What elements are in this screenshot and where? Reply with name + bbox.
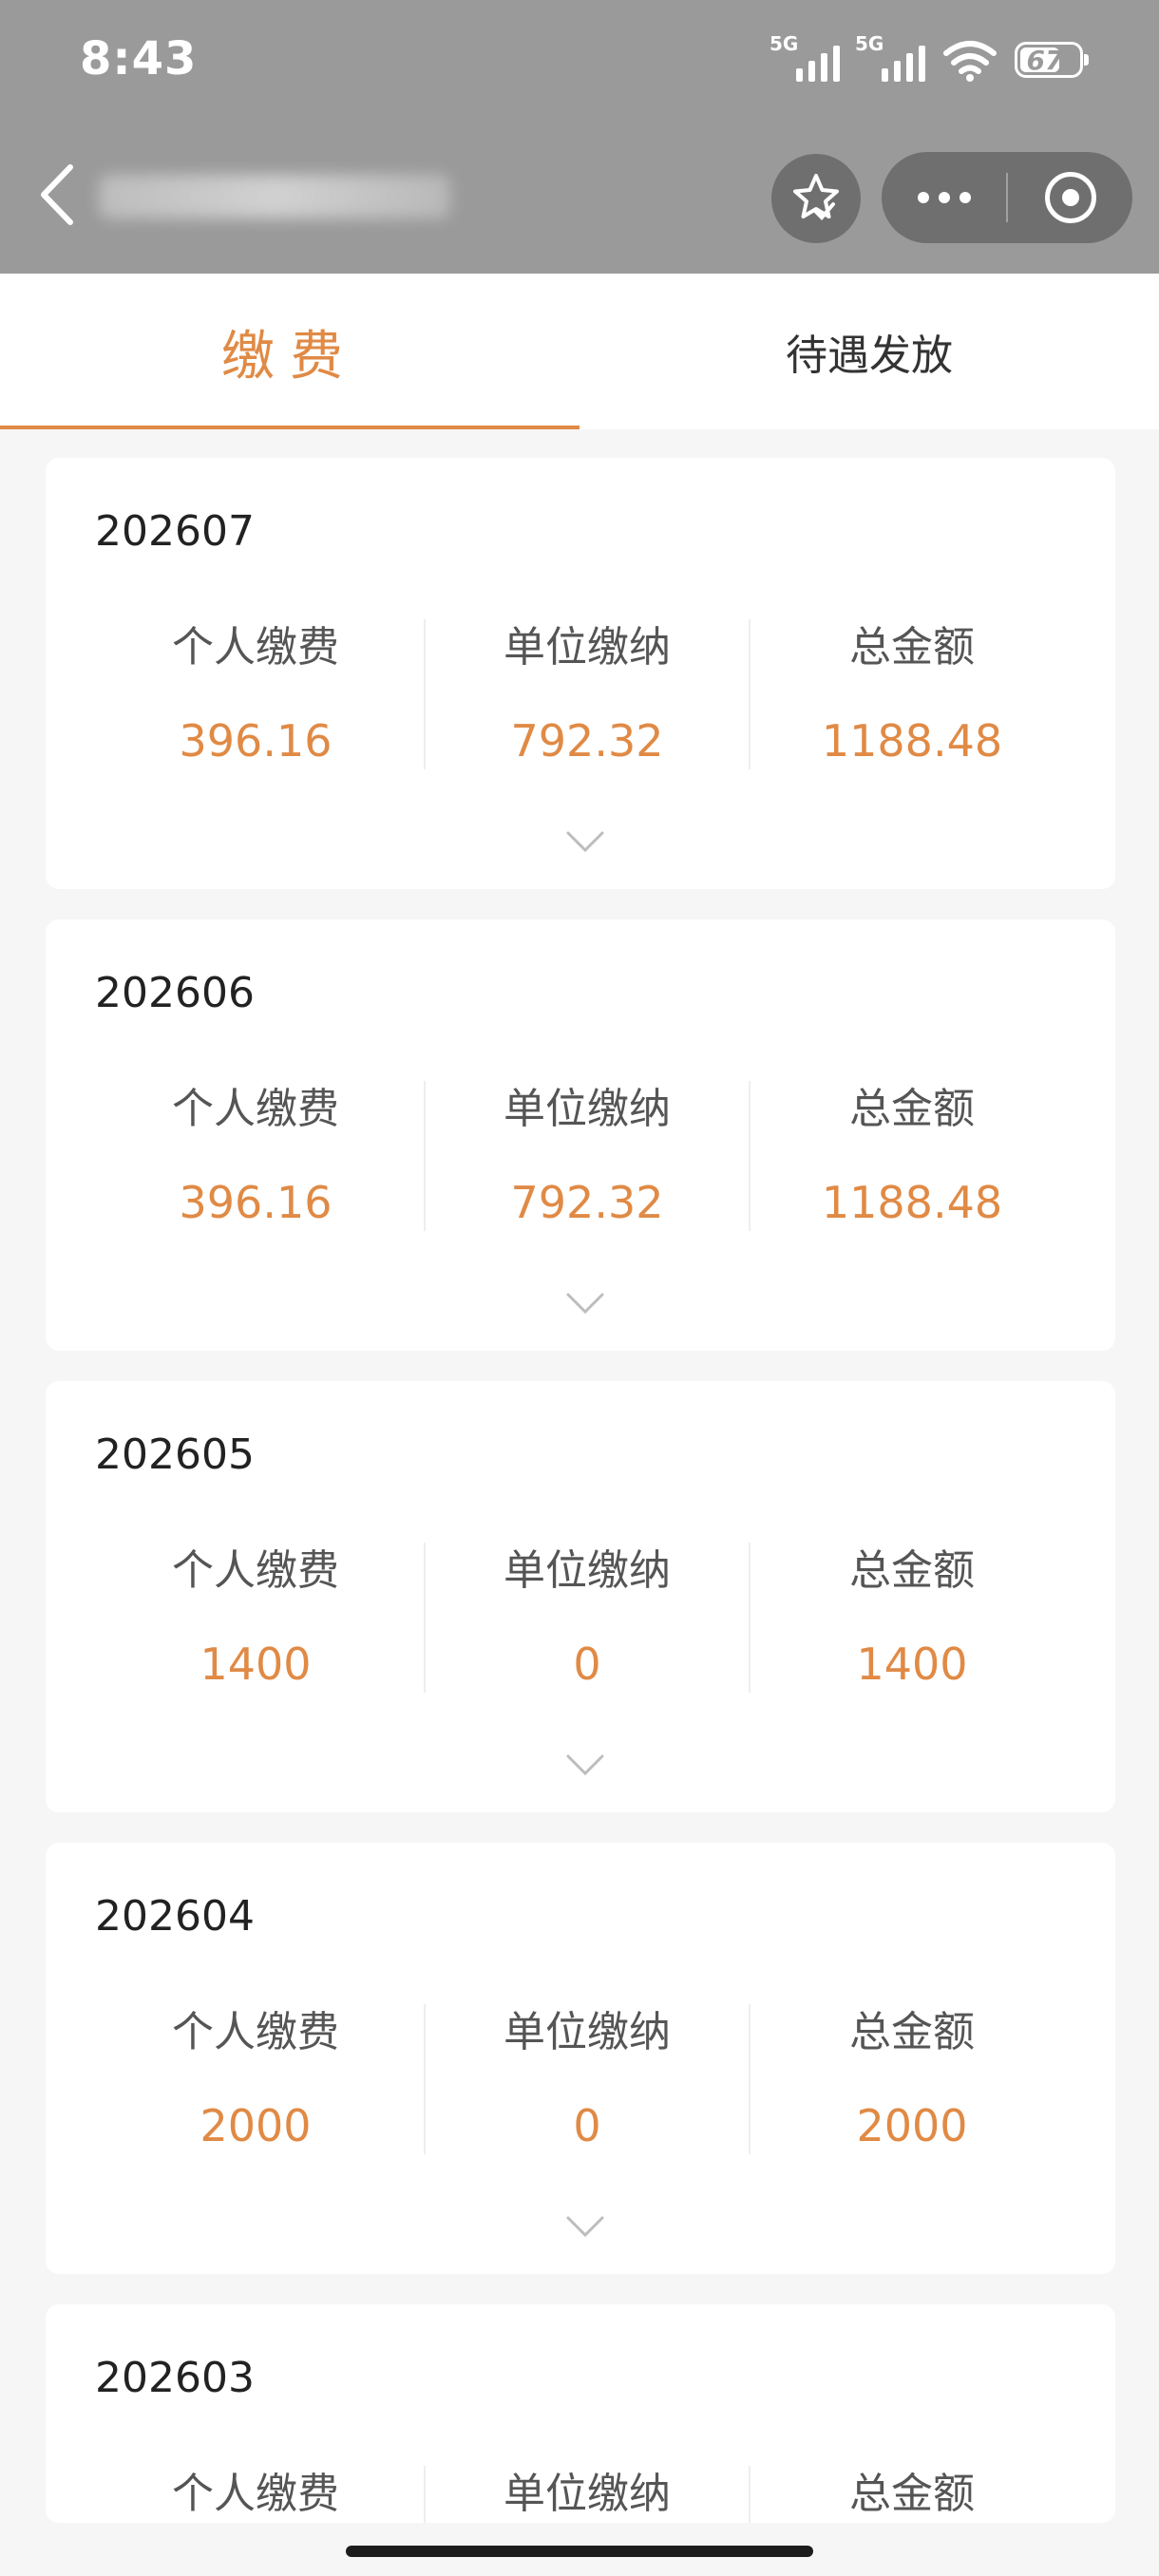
total-value: 2000 [856,2100,968,2151]
expand-chevron-icon[interactable] [565,2215,605,2240]
unit-column: 单位缴纳 792.32 [424,1081,749,1231]
back-chevron-icon[interactable] [36,161,80,228]
personal-label: 个人缴费 [172,623,339,672]
signal-icon: 5G [855,32,925,82]
payment-record-list: 202607 个人缴费 396.16 单位缴纳 792.32 总金额 1188.… [46,458,1115,2523]
total-column: 总金额 [749,2466,1074,2523]
payment-record-card[interactable]: 202604 个人缴费 2000 单位缴纳 0 总金额 2000 [46,1843,1115,2274]
total-column: 总金额 1188.48 [749,1081,1074,1231]
total-label: 总金额 [849,1085,975,1133]
unit-label: 单位缴纳 [504,623,671,672]
personal-value: 396.16 [179,715,332,767]
unit-label: 单位缴纳 [504,2470,671,2518]
battery-level: 67 [1026,44,1064,76]
record-columns: 个人缴费 单位缴纳 总金额 [46,2466,1115,2523]
battery-icon: 67 [1015,42,1089,78]
personal-column: 个人缴费 2000 [87,2004,424,2154]
mini-program-capsule [882,152,1132,243]
payment-record-card[interactable]: 202603 个人缴费 单位缴纳 总金额 [46,2304,1115,2523]
total-label: 总金额 [849,623,975,672]
total-value: 1188.48 [821,715,1003,767]
target-icon [1044,172,1096,223]
unit-value: 792.32 [510,1177,664,1228]
tab-payment[interactable]: 缴费 [0,274,580,429]
record-columns: 个人缴费 396.16 单位缴纳 792.32 总金额 1188.48 [46,619,1115,769]
record-month: 202603 [95,2354,255,2402]
unit-column: 单位缴纳 0 [424,1543,749,1693]
signal-icon: 5G [770,32,840,82]
total-label: 总金额 [849,2470,975,2518]
record-month: 202607 [95,507,255,556]
favorite-button[interactable] [771,154,861,243]
personal-column: 个人缴费 [87,2466,424,2523]
record-columns: 个人缴费 1400 单位缴纳 0 总金额 1400 [46,1543,1115,1693]
wifi-icon [943,41,997,82]
record-month: 202604 [95,1892,255,1941]
tab-bar: 缴费 待遇发放 [0,274,1159,429]
unit-column: 单位缴纳 [424,2466,749,2523]
unit-label: 单位缴纳 [504,1546,671,1595]
total-label: 总金额 [849,1546,975,1595]
personal-value: 1400 [200,1638,312,1690]
star-icon [793,174,839,220]
payment-record-card[interactable]: 202605 个人缴费 1400 单位缴纳 0 总金额 1400 [46,1381,1115,1812]
close-button[interactable] [1008,152,1132,243]
personal-label: 个人缴费 [172,2008,339,2056]
unit-column: 单位缴纳 792.32 [424,619,749,769]
page-title-blurred [99,175,450,218]
home-indicator[interactable] [346,2546,813,2557]
total-value: 1188.48 [821,1177,1003,1228]
payment-record-card[interactable]: 202606 个人缴费 396.16 单位缴纳 792.32 总金额 1188.… [46,919,1115,1351]
personal-label: 个人缴费 [172,1085,339,1133]
total-label: 总金额 [849,2008,975,2056]
sim1-label: 5G [770,32,799,55]
tab-benefits[interactable]: 待遇发放 [580,274,1159,429]
personal-column: 个人缴费 1400 [87,1543,424,1693]
total-value: 1400 [856,1638,968,1690]
personal-value: 396.16 [179,1177,332,1228]
expand-chevron-icon[interactable] [565,830,605,855]
unit-label: 单位缴纳 [504,2008,671,2056]
personal-column: 个人缴费 396.16 [87,1081,424,1231]
more-button[interactable] [882,152,1006,243]
expand-chevron-icon[interactable] [565,1292,605,1316]
unit-column: 单位缴纳 0 [424,2004,749,2154]
record-month: 202605 [95,1430,255,1479]
personal-label: 个人缴费 [172,1546,339,1595]
status-icons: 5G 5G 67 [770,32,1089,82]
personal-column: 个人缴费 396.16 [87,619,424,769]
unit-value: 0 [573,1638,601,1690]
personal-value: 2000 [200,2100,312,2151]
unit-value: 792.32 [510,715,664,767]
more-dots-icon [917,192,971,203]
personal-label: 个人缴费 [172,2470,339,2518]
record-month: 202606 [95,969,255,1017]
total-column: 总金额 2000 [749,2004,1074,2154]
status-time: 8:43 [80,32,198,85]
total-column: 总金额 1188.48 [749,619,1074,769]
unit-value: 0 [573,2100,601,2151]
total-column: 总金额 1400 [749,1543,1074,1693]
payment-record-card[interactable]: 202607 个人缴费 396.16 单位缴纳 792.32 总金额 1188.… [46,458,1115,889]
record-columns: 个人缴费 2000 单位缴纳 0 总金额 2000 [46,2004,1115,2154]
expand-chevron-icon[interactable] [565,1753,605,1778]
sim2-label: 5G [855,32,884,55]
top-bar: 8:43 5G 5G 67 [0,0,1159,274]
unit-label: 单位缴纳 [504,1085,671,1133]
record-columns: 个人缴费 396.16 单位缴纳 792.32 总金额 1188.48 [46,1081,1115,1231]
